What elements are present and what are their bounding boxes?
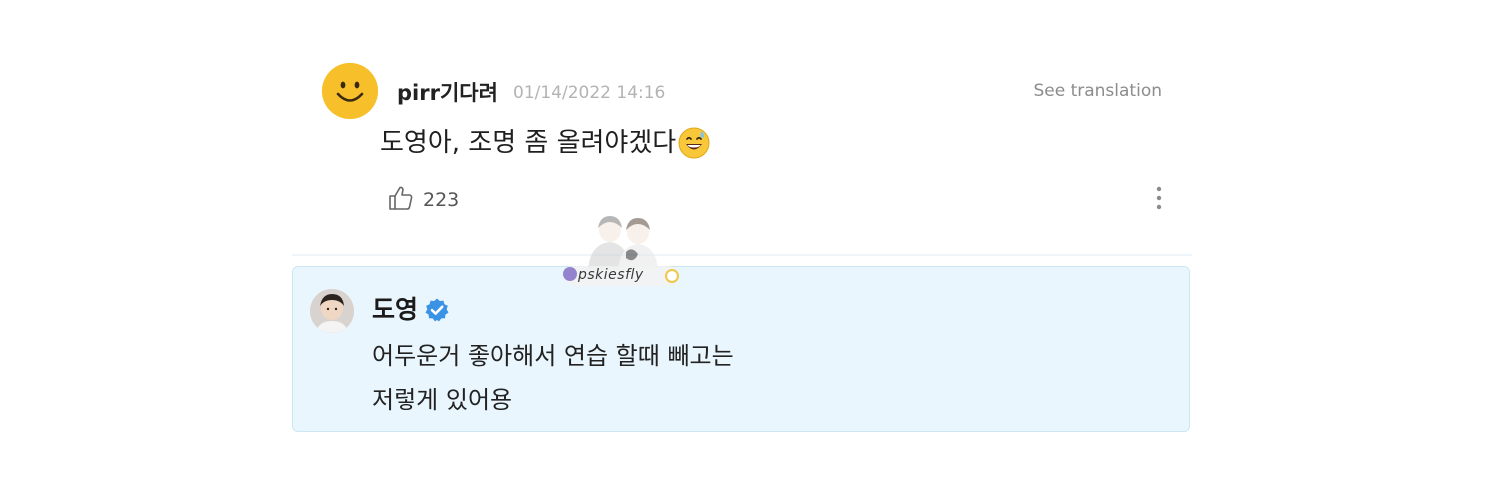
comment-username[interactable]: pirr기다려 bbox=[397, 78, 498, 108]
comment-timestamp: 01/14/2022 14:16 bbox=[513, 83, 666, 103]
comment-body: 도영아, 조명 좀 올려야겠다 bbox=[380, 124, 710, 162]
divider bbox=[292, 254, 1192, 256]
smiley-face-icon[interactable] bbox=[322, 63, 378, 119]
verified-check-icon bbox=[424, 297, 450, 323]
like-button[interactable]: 223 bbox=[387, 184, 459, 216]
thumbs-up-icon[interactable] bbox=[387, 184, 415, 216]
vertical-ellipsis-icon[interactable] bbox=[1148, 184, 1170, 214]
grinning-sweat-emoji-icon bbox=[678, 127, 710, 159]
like-count: 223 bbox=[423, 189, 460, 211]
watermark-text: pskiesfly bbox=[578, 267, 644, 283]
reply-line: 저렇게 있어용 bbox=[372, 386, 513, 414]
reply-line: 어두운거 좋아해서 연습 할때 빼고는 bbox=[372, 342, 734, 370]
comment-thread: pirr기다려 01/14/2022 14:16 See translation… bbox=[0, 0, 1500, 500]
artist-name-row: 도영 bbox=[372, 294, 450, 326]
see-translation-button[interactable]: See translation bbox=[1033, 80, 1162, 102]
artist-name[interactable]: 도영 bbox=[372, 294, 418, 326]
artist-reply-text: 어두운거 좋아해서 연습 할때 빼고는 저렇게 있어용 bbox=[372, 334, 734, 422]
comment-text: 도영아, 조명 좀 올려야겠다 bbox=[380, 128, 677, 158]
artist-avatar[interactable] bbox=[310, 289, 354, 333]
